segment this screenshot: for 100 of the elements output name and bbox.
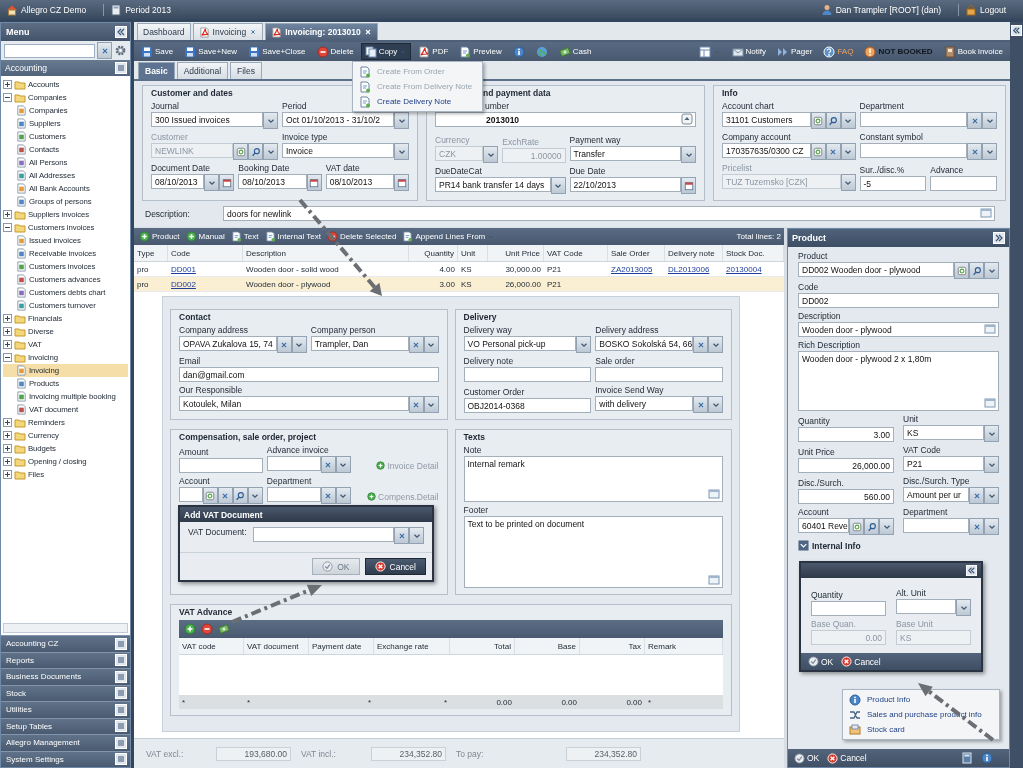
column-header[interactable]: VAT Code	[544, 245, 608, 261]
input-field[interactable]: OPAVA Zukalova 15, 74	[179, 336, 277, 351]
column-header[interactable]: Sale Order	[608, 245, 665, 261]
column-header[interactable]: Description	[243, 245, 409, 261]
toolbar-button[interactable]: Text	[228, 228, 261, 245]
document-tab[interactable]: Dashboard	[137, 23, 191, 40]
toolbar-button[interactable]: PDF	[414, 43, 453, 60]
column-header[interactable]: Quantity	[409, 245, 458, 261]
input-field[interactable]: 170357635/0300 CZ	[722, 143, 811, 158]
column-header[interactable]: Tax	[580, 638, 645, 654]
column-header[interactable]: Base	[515, 638, 580, 654]
section-toggle[interactable]: Internal Info	[798, 540, 861, 551]
input-field[interactable]: Transfer	[569, 146, 681, 161]
document-tab[interactable]: Invoicing	[192, 23, 264, 40]
input-field[interactable]: 08/10/2013	[325, 174, 394, 189]
table-link[interactable]: ZA2013005	[608, 262, 665, 276]
dialog-button[interactable]: Cancel	[364, 558, 426, 575]
input-field[interactable]: Wooden door - plywood	[798, 322, 999, 337]
input-field[interactable]: doors for newlink	[223, 206, 995, 221]
toolbar-button[interactable]: Save+Close	[244, 43, 310, 60]
input-field[interactable]: 31101 Customers	[722, 112, 811, 127]
toolbar-button[interactable]: Cash	[554, 43, 596, 60]
column-header[interactable]: Remark	[645, 638, 723, 654]
column-header[interactable]: VAT code	[179, 638, 244, 654]
period-name[interactable]: Period 2013	[125, 4, 172, 15]
menu-item[interactable]: Product Info	[845, 692, 997, 707]
column-header[interactable]: Exchange rate	[374, 638, 450, 654]
input-field[interactable]: 560.00	[798, 489, 894, 504]
table-link[interactable]: 20130004	[723, 262, 784, 276]
text-area[interactable]: Internal remark	[463, 456, 723, 502]
company-name[interactable]: Allegro CZ Demo	[21, 4, 87, 15]
toolbar-button[interactable]: Preview	[455, 43, 506, 60]
column-header[interactable]: Unit	[458, 245, 488, 261]
input-field[interactable]: dan@gmail.com	[179, 367, 439, 382]
document-tab[interactable]: Invoicing: 2013010	[265, 23, 378, 40]
toolbar-button[interactable]: Book invoice	[939, 43, 1007, 60]
column-header[interactable]: Payment date	[309, 638, 374, 654]
input-field[interactable]: OBJ2014-0368	[463, 398, 592, 413]
toolbar-button[interactable]: Delete	[312, 43, 358, 60]
table-link[interactable]: DD002	[168, 277, 243, 291]
input-field[interactable]: BOSKO Sokolská 54, 66	[595, 336, 693, 351]
input-field[interactable]: Amount per ur	[903, 487, 969, 502]
form-tab[interactable]: Files	[230, 62, 262, 79]
column-header[interactable]: Delivery note	[665, 245, 723, 261]
menu-section[interactable]: Accounting CZ	[1, 635, 130, 652]
menu-section[interactable]: Allegro Management	[1, 734, 130, 751]
menu-item[interactable]: Create Delivery Note	[355, 94, 480, 109]
input-field[interactable]: 60401 Reve	[798, 518, 849, 533]
column-header[interactable]: VAT document	[244, 638, 309, 654]
menu-section[interactable]: Utilities	[1, 701, 130, 718]
text-area[interactable]: Text to be printed on document	[463, 516, 723, 588]
form-tab[interactable]: Additional	[176, 62, 229, 79]
toolbar-button[interactable]: Copy	[360, 43, 412, 60]
toolbar-button[interactable]: Append Lines From	[400, 228, 498, 245]
column-header[interactable]: Type	[134, 245, 168, 261]
input-field[interactable]: 3.00	[798, 427, 894, 442]
column-header[interactable]: Stock Doc.	[723, 245, 784, 261]
footer-button[interactable]: Cancel	[825, 750, 869, 766]
toolbar-button[interactable]: Manual	[183, 228, 227, 245]
toolbar-button[interactable]: Save	[137, 43, 178, 60]
input-field[interactable]: 08/10/2013	[238, 174, 307, 189]
popup-button[interactable]: Cancel	[839, 654, 883, 669]
menu-item[interactable]: Sales and purchase product info	[845, 707, 997, 722]
input-field[interactable]: PR14 bank transfer 14 days	[435, 177, 551, 192]
input-field[interactable]: DD002 Wooden door - plywood	[798, 262, 954, 277]
input-field[interactable]: 08/10/2013	[151, 174, 205, 189]
input-field[interactable]: Oct 01/10/2013 - 31/10/2	[282, 112, 394, 127]
input-field[interactable]: -5	[859, 176, 927, 191]
input-field[interactable]: Invoice	[282, 143, 394, 158]
input-field[interactable]: Trampler, Dan	[310, 336, 409, 351]
text-area[interactable]: Wooden door - plywood 2 x 1,80m	[798, 351, 999, 411]
input-field[interactable]: P21	[903, 456, 984, 471]
toolbar-button[interactable]: Pager	[773, 43, 817, 60]
popup-button[interactable]: OK	[806, 654, 836, 669]
input-field[interactable]: KS	[903, 425, 984, 440]
input-field[interactable]: 22/10/2013	[569, 177, 681, 192]
user-name[interactable]: Dan Trampler [ROOT] (dan)	[835, 4, 941, 15]
table-link[interactable]: DD001	[168, 262, 243, 276]
toolbar-button[interactable]: Product	[137, 228, 182, 245]
menu-item[interactable]: Stock card	[845, 722, 997, 737]
footer-button[interactable]: OK	[792, 750, 822, 766]
input-field[interactable]: Kotoulek, Milan	[179, 396, 409, 411]
column-header[interactable]: Code	[168, 245, 243, 261]
toolbar-button[interactable]: Internal Text	[262, 228, 323, 245]
column-header[interactable]: Total	[450, 638, 515, 654]
input-field[interactable]: DD002	[798, 293, 999, 308]
table-link[interactable]: DL2013006	[665, 262, 723, 276]
table-row[interactable]: pro DD002 Wooden door - plywood 3.00 KS 26,000.00 P21	[134, 277, 784, 292]
menu-section[interactable]: Business Documents	[1, 668, 130, 685]
toolbar-button[interactable]: Notify	[727, 43, 771, 60]
toolbar-button[interactable]: Delete Selected	[324, 228, 399, 245]
input-field[interactable]: 300 Issued invoices	[151, 112, 263, 127]
logout-link[interactable]: Logout	[980, 4, 1006, 15]
input-field[interactable]: 2013010	[435, 112, 696, 127]
form-tab[interactable]: Basic	[138, 62, 175, 79]
input-field[interactable]: with delivery	[595, 396, 693, 411]
toolbar-button[interactable]: Save+New	[180, 43, 242, 60]
input-field[interactable]: VO Personal pick-up	[463, 336, 577, 351]
input-field[interactable]: 26,000.00	[798, 458, 894, 473]
column-header[interactable]: Unit Price	[488, 245, 544, 261]
